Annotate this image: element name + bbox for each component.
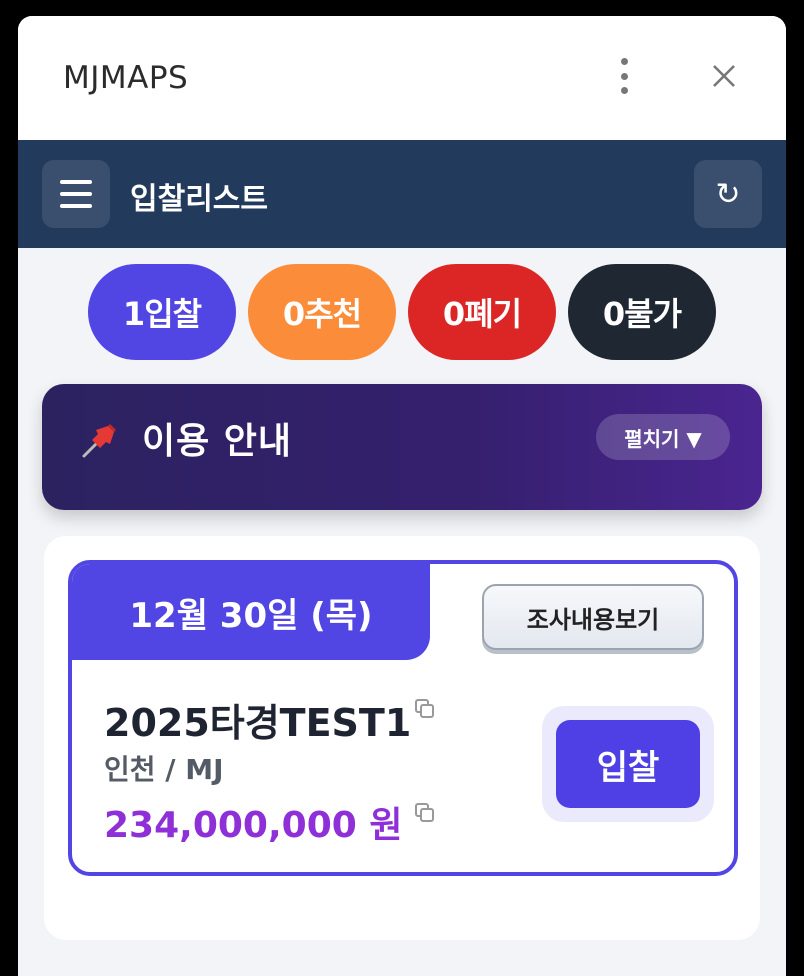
copy-icon[interactable] <box>414 698 436 720</box>
bid-button-wrap: 입찰 <box>542 706 714 822</box>
page-title: 입찰리스트 <box>130 182 268 217</box>
price-text: 234,000,000 원 <box>104 805 403 846</box>
app-title: MJMAPS <box>63 60 189 96</box>
region-text: 인천 / MJ <box>104 753 224 786</box>
usage-guide-title: 이용 안내 <box>142 421 293 462</box>
bid-list-panel: 12월 30일 (목) 조사내용보기 2025타경TEST1 인천 / MJ 2… <box>44 536 760 940</box>
more-options-icon[interactable] <box>614 58 634 94</box>
usage-guide-banner: 이용 안내 펼치기 ▼ <box>42 384 762 510</box>
refresh-button[interactable]: ↻ <box>694 160 762 228</box>
app-window: MJMAPS 입찰리스트 ↻ 1입찰 0추천 0폐기 0불가 이용 안내 펼치기… <box>18 16 786 976</box>
hamburger-icon <box>60 180 92 184</box>
pushpin-icon <box>78 418 122 462</box>
copy-price-icon[interactable] <box>414 802 436 824</box>
status-counts: 1입찰 0추천 0폐기 0불가 <box>18 264 786 360</box>
count-pill-bid[interactable]: 1입찰 <box>88 264 236 360</box>
toolbar: 입찰리스트 ↻ <box>18 140 786 248</box>
bid-card: 12월 30일 (목) 조사내용보기 2025타경TEST1 인천 / MJ 2… <box>68 560 738 876</box>
count-pill-recommend[interactable]: 0추천 <box>248 264 396 360</box>
count-pill-unavailable[interactable]: 0불가 <box>568 264 716 360</box>
title-bar: MJMAPS <box>18 16 786 140</box>
bid-button[interactable]: 입찰 <box>556 720 700 808</box>
case-number: 2025타경TEST1 <box>104 701 412 745</box>
close-icon[interactable] <box>708 60 740 92</box>
expand-button[interactable]: 펼치기 ▼ <box>596 414 730 460</box>
view-survey-button[interactable]: 조사내용보기 <box>482 584 704 650</box>
hamburger-menu-button[interactable] <box>42 160 110 228</box>
bid-date: 12월 30일 (목) <box>72 564 430 660</box>
count-pill-discard[interactable]: 0폐기 <box>408 264 556 360</box>
